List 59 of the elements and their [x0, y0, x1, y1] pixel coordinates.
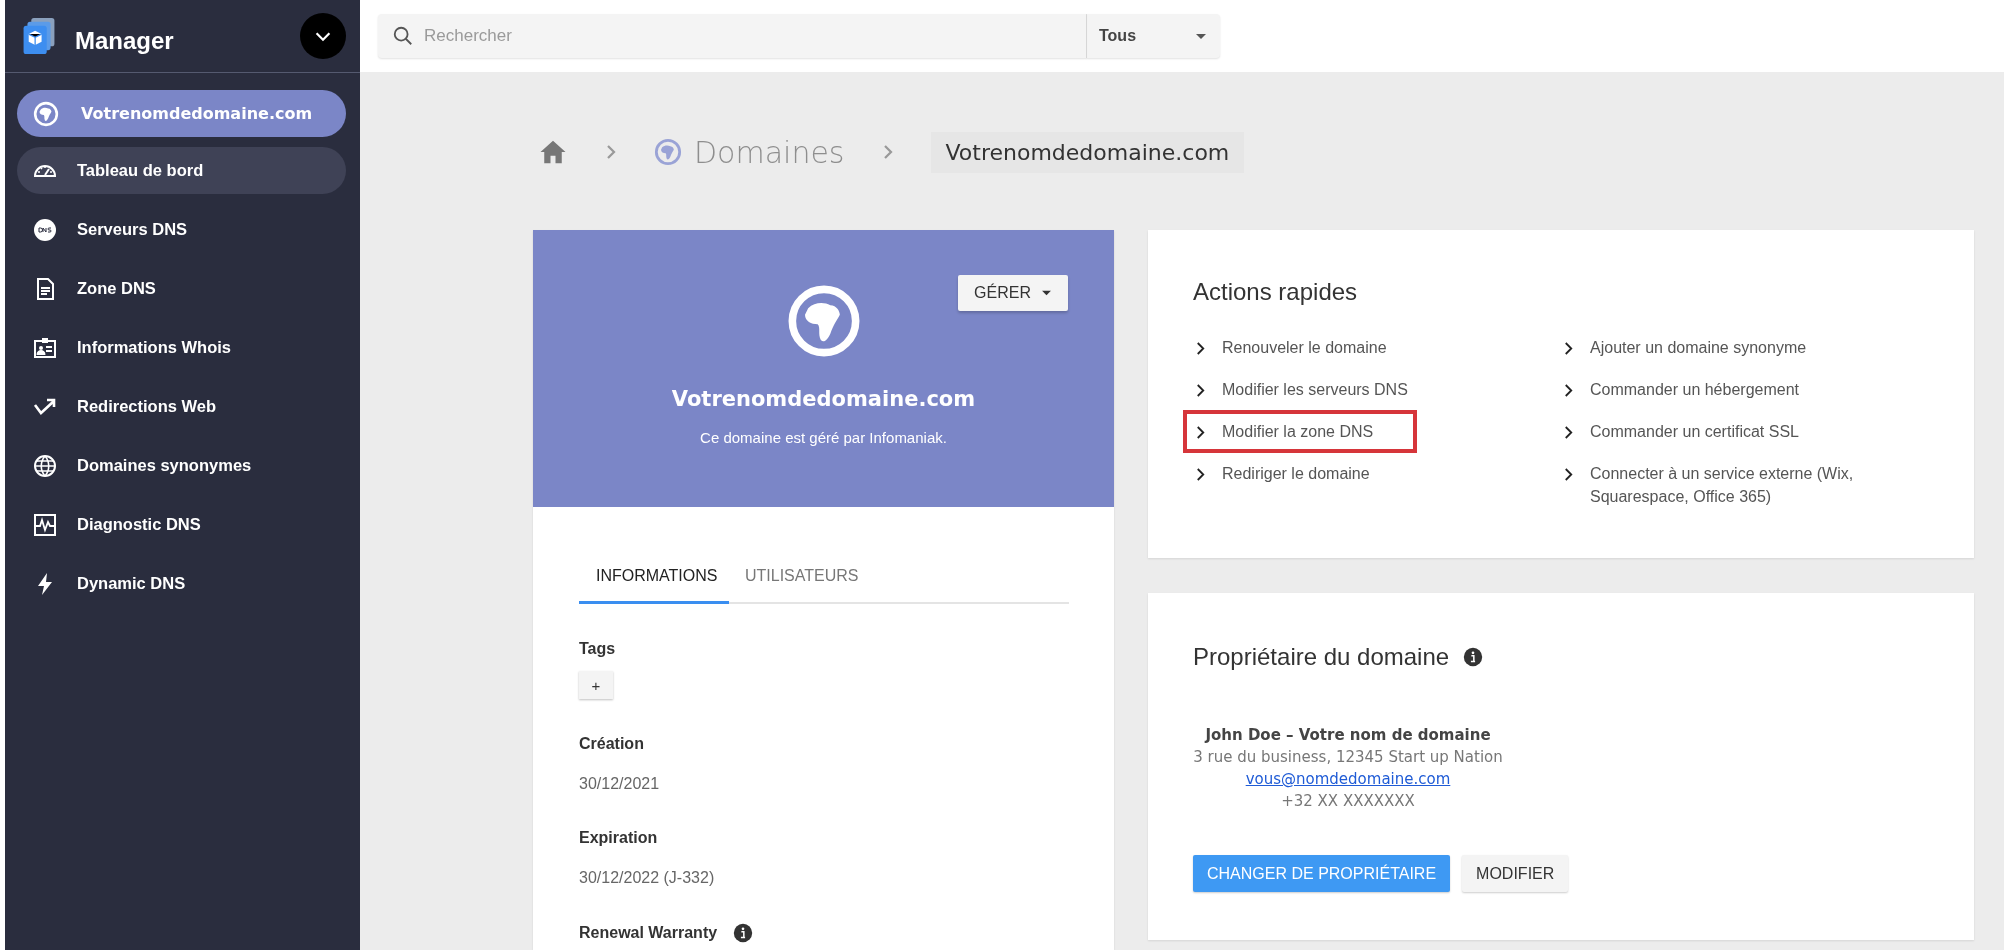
quick-action-link[interactable]: Renouveler le domaine: [1193, 336, 1535, 359]
add-tag-button[interactable]: +: [579, 671, 613, 699]
field-label: Tags: [579, 640, 616, 658]
dropdown-caret-icon: [1041, 289, 1052, 297]
field-label: Expiration: [579, 829, 658, 847]
quick-action-link[interactable]: Modifier les serveurs DNS: [1193, 378, 1535, 401]
id-card-icon: [33, 335, 57, 360]
chevron-right-icon: [1195, 467, 1206, 482]
sidebar-item[interactable]: Zone DNS: [17, 265, 346, 312]
quick-action-link[interactable]: Modifier la zone DNS: [1193, 420, 1407, 443]
stacked-cubes-logo-icon: [21, 15, 57, 57]
sidebar-item[interactable]: Tableau de bord: [17, 147, 346, 194]
sidebar-item[interactable]: Diagnostic DNS: [17, 501, 346, 548]
globe-icon: [33, 453, 57, 478]
sidebar-item[interactable]: Serveurs DNS: [17, 206, 346, 253]
quick-action-link[interactable]: Commander un certificat SSL: [1561, 420, 1903, 443]
field-value: 30/12/2022 (J-332): [579, 869, 716, 887]
card-title: Propriétaire du domaine: [1193, 643, 1450, 671]
app-logo-text: Manager: [75, 26, 175, 55]
chevron-right-icon: [1563, 467, 1574, 482]
field-label: Renewal Warranty: [579, 924, 718, 942]
chevron-right-icon: [1563, 383, 1574, 398]
scope-dropdown[interactable]: Tous: [1086, 14, 1220, 58]
manage-button[interactable]: GÉRER: [958, 275, 1068, 311]
quick-action-link[interactable]: Rediriger le domaine: [1193, 462, 1535, 485]
search-field[interactable]: Rechercher: [378, 14, 1086, 58]
edit-button[interactable]: MODIFIER: [1462, 855, 1569, 892]
quick-action-link[interactable]: Commander un hébergement: [1561, 378, 1903, 401]
sidebar-item[interactable]: Redirections Web: [17, 383, 346, 430]
chevron-right-icon: [1563, 341, 1574, 356]
africa-globe-icon: [33, 100, 59, 127]
domain-title: Votrenomdedomaine.com: [671, 387, 976, 411]
owner-address: 3 rue du business, 12345 Start up Nation: [1193, 747, 1503, 768]
card-title: Actions rapides: [1193, 278, 1359, 306]
info-icon: [1463, 647, 1484, 667]
pulse-chart-icon: [33, 512, 57, 537]
quick-action-link[interactable]: Connecter à un service externe (Wix, Squarespace, Office 365): [1561, 462, 1903, 508]
owner-name: John Doe – Votre nom de domaine: [1205, 725, 1491, 746]
tab[interactable]: UTILISATEURS: [729, 555, 875, 604]
domain-subtitle: Ce domaine est géré par Infomaniak.: [700, 429, 947, 446]
sidebar-item[interactable]: Domaines synonymes: [17, 442, 346, 489]
tab[interactable]: INFORMATIONS: [579, 555, 729, 604]
quick-action-link[interactable]: Ajouter un domaine synonyme: [1561, 336, 1903, 359]
chevron-right-icon: [1195, 425, 1206, 440]
africa-globe-icon: [654, 138, 682, 166]
chevron-right-icon: [1195, 341, 1206, 356]
account-menu-button[interactable]: [300, 13, 346, 59]
sidebar-item[interactable]: Informations Whois: [17, 324, 346, 371]
search-icon: [392, 25, 414, 47]
owner-phone: +32 XX XXXXXXX: [1281, 791, 1415, 812]
chevron-right-icon: [1563, 425, 1574, 440]
breadcrumb-current: Votrenomdedomaine.com: [930, 131, 1245, 173]
email-link[interactable]: vous@nomdedomaine.com: [1245, 768, 1451, 790]
info-icon: [733, 923, 754, 943]
field-label: Création: [579, 735, 644, 753]
chevron-right-icon: [1195, 383, 1206, 398]
dns-badge-icon: [33, 217, 57, 242]
sidebar-item[interactable]: Dynamic DNS: [17, 560, 346, 607]
field-value: 30/12/2021: [579, 775, 661, 793]
